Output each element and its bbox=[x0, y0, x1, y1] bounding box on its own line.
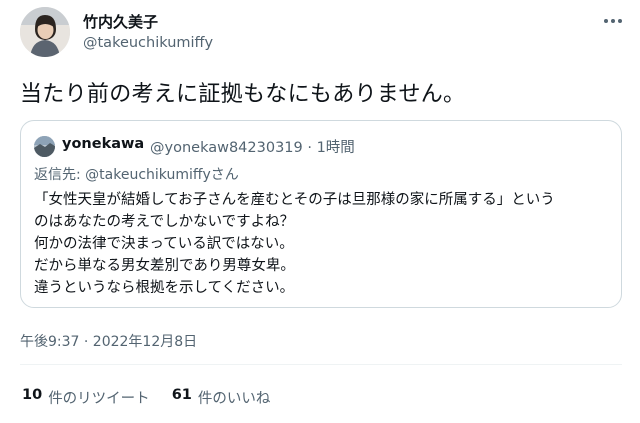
likes-stat[interactable]: 61 件のいいね bbox=[172, 387, 271, 408]
quoted-text-line: 「女性天皇が結婚してお子さんを産むとその子は旦那様の家に所属する」という bbox=[34, 192, 555, 208]
likes-count: 61 bbox=[171, 387, 192, 403]
avatar-photo-icon bbox=[20, 7, 70, 57]
reply-to-prefix: 返信先: bbox=[34, 167, 86, 183]
author-name[interactable]: 竹内久美子 bbox=[83, 11, 158, 32]
quoted-text-line: のはあなたの考えでしかないですよね？ bbox=[34, 214, 295, 230]
quoted-author-avatar bbox=[34, 136, 55, 157]
retweets-stat[interactable]: 10 件のリツイート bbox=[22, 387, 150, 408]
quoted-text-line: 違うというなら根拠を示してください。 bbox=[34, 280, 295, 296]
retweets-count: 10 bbox=[22, 387, 43, 403]
divider bbox=[20, 364, 622, 365]
author-avatar[interactable] bbox=[20, 7, 70, 57]
quoted-text-line: 何かの法律で決まっている訳ではない。 bbox=[34, 236, 294, 252]
more-options-icon[interactable] bbox=[600, 8, 626, 34]
quoted-tweet-card[interactable]: yonekawa @yonekaw84230319 · 1時間 返信先: @ta… bbox=[20, 120, 622, 308]
landscape-avatar-icon bbox=[34, 136, 55, 157]
author-handle[interactable]: @takeuchikumiffy bbox=[83, 35, 213, 51]
reply-to-mention: @takeuchikumiffyさん bbox=[85, 167, 239, 183]
likes-label: 件のいいね bbox=[197, 391, 271, 407]
quoted-author-handle-time: @yonekaw84230319 · 1時間 bbox=[150, 140, 355, 156]
quoted-text-line: だから単なる男女差別であり男尊女卑。 bbox=[34, 258, 295, 274]
quoted-tweet-body: 「女性天皇が結婚してお子さんを産むとその子は旦那様の家に所属する」という のはあ… bbox=[34, 189, 614, 299]
engagement-stats: 10 件のリツイート 61 件のいいね bbox=[22, 387, 270, 408]
quoted-author-name: yonekawa bbox=[62, 136, 145, 152]
tweet-text: 当たり前の考えに証拠もなにもありません。 bbox=[20, 82, 466, 107]
reply-to-line: 返信先: @takeuchikumiffyさん bbox=[34, 164, 239, 184]
tweet-timestamp[interactable]: 午後9:37 · 2022年12月8日 bbox=[20, 331, 197, 351]
retweets-label: 件のリツイート bbox=[48, 391, 150, 407]
